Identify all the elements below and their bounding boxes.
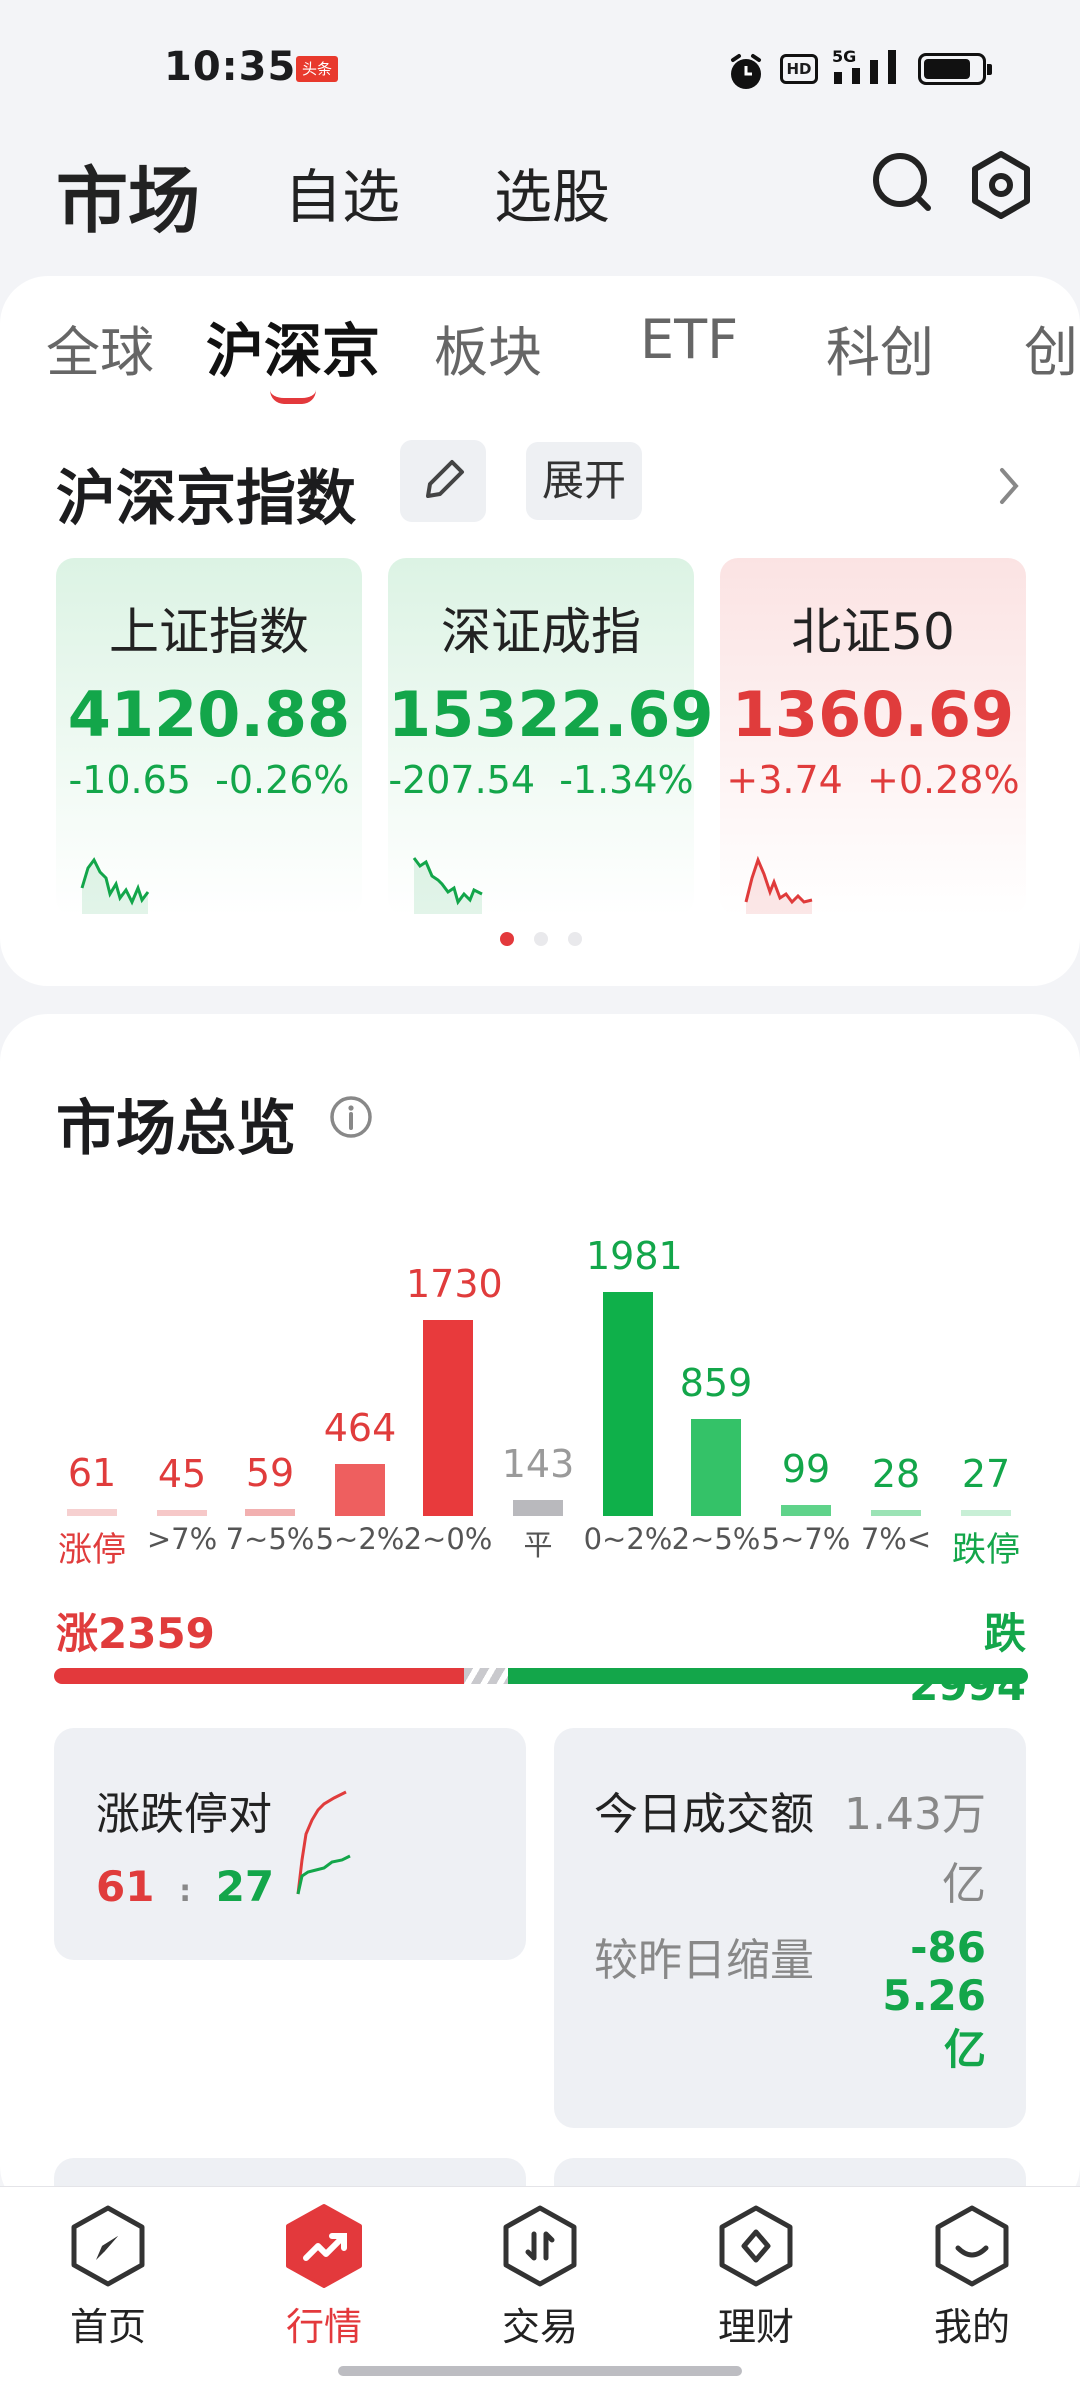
market-icon (286, 2204, 362, 2288)
sparkline-chart (412, 857, 483, 914)
index-value: 15322.69 (388, 678, 714, 751)
index-change: +3.74 +0.28% (726, 758, 1020, 802)
limit-ratio: 61 : 27 (96, 1862, 275, 1911)
index-value: 4120.88 (67, 678, 351, 751)
flat-ratio-segment (464, 1668, 508, 1684)
rise-fall-ratio-bar (54, 1668, 1028, 1684)
rise-count: 涨2359 (56, 1609, 215, 1658)
sparkline-chart (744, 855, 813, 914)
nav-label: 首页 (69, 2305, 146, 2349)
home-icon (71, 2205, 145, 2287)
status-time: 10:35 (164, 44, 297, 90)
home-indicator[interactable] (338, 2366, 742, 2376)
fall-ratio-segment (508, 1668, 1028, 1684)
news-app-badge: 头条 (296, 56, 338, 82)
limit-up-down-card[interactable]: 涨跌停对 61 : 27 (54, 1728, 526, 1960)
tab-market[interactable]: 市场 (56, 142, 200, 247)
nav-label: 我的 (933, 2305, 1010, 2349)
trade-icon (503, 2205, 577, 2287)
wealth-icon (719, 2205, 793, 2287)
nav-label: 行情 (285, 2305, 362, 2349)
nav-label: 交易 (501, 2305, 578, 2349)
nav-trade[interactable]: 交易 (480, 2200, 600, 2349)
subtab-chinext[interactable]: 创 (1024, 308, 1078, 387)
compare-label: 较昨日缩量 (594, 1935, 814, 1986)
alarm-icon (731, 54, 761, 89)
limit-card-title: 涨跌停对 (96, 1789, 272, 1840)
index-name: 北证50 (791, 603, 955, 661)
turnover-card[interactable]: 今日成交额 1.43万 亿 较昨日缩量 -86 5.26 亿 (554, 1728, 1026, 2128)
page-dot (534, 932, 548, 946)
limit-trend-chart (296, 1790, 351, 1895)
rise-ratio-segment (54, 1668, 464, 1684)
info-icon[interactable] (328, 1094, 374, 1140)
index-name: 深证成指 (441, 603, 641, 661)
expand-button[interactable]: 展开 (526, 442, 642, 520)
page-dot (568, 932, 582, 946)
turnover-title: 今日成交额 (594, 1789, 814, 1840)
page-dot-active (500, 932, 514, 946)
profile-icon (935, 2205, 1009, 2287)
subtab-sector[interactable]: 板块 (434, 308, 542, 387)
active-tab-indicator (270, 390, 316, 404)
index-change: -10.65 -0.26% (68, 758, 350, 802)
tab-stock-picker[interactable]: 选股 (494, 150, 610, 234)
pencil-icon (426, 460, 464, 498)
index-name: 上证指数 (109, 603, 309, 661)
network-type: 5G (832, 47, 856, 66)
edit-button[interactable] (400, 440, 486, 522)
index-change: -207.54 -1.34% (388, 758, 694, 802)
index-card-bse50[interactable]: 北证50 1360.69 +3.74 +0.28% (720, 558, 1026, 916)
settings-icon[interactable] (968, 150, 1034, 220)
nav-label: 理财 (717, 2305, 794, 2349)
subtab-star-market[interactable]: 科创 (826, 308, 934, 387)
nav-market[interactable]: 行情 (264, 2200, 384, 2349)
index-card-shenzhen[interactable]: 深证成指 15322.69 -207.54 -1.34% (388, 558, 714, 916)
subtab-etf[interactable]: ETF (640, 308, 738, 371)
index-card-shanghai[interactable]: 上证指数 4120.88 -10.65 -0.26% (56, 558, 362, 916)
index-value: 1360.69 (731, 678, 1015, 751)
sparkline-chart (80, 857, 150, 914)
signal-icon: 5G (832, 47, 896, 84)
hd-icon: HD (780, 54, 818, 84)
compare-value: -86 5.26 亿 (882, 1923, 986, 2074)
nav-home[interactable]: 首页 (48, 2200, 168, 2349)
battery-icon (918, 53, 992, 85)
search-icon[interactable] (870, 150, 934, 218)
index-section-title: 沪深京指数 (56, 464, 356, 534)
turnover-amount: 1.43万 亿 (844, 1789, 986, 1910)
tab-watchlist[interactable]: 自选 (284, 150, 400, 234)
nav-wealth[interactable]: 理财 (696, 2200, 816, 2349)
fall-count: 跌2994 (909, 1609, 1026, 1710)
nav-mine[interactable]: 我的 (912, 2200, 1032, 2349)
subtab-global[interactable]: 全球 (46, 308, 154, 387)
overview-title: 市场总览 (56, 1094, 296, 1164)
chevron-right-icon[interactable] (996, 466, 1022, 506)
subtab-hushenjing[interactable]: 沪深京 (206, 304, 380, 388)
